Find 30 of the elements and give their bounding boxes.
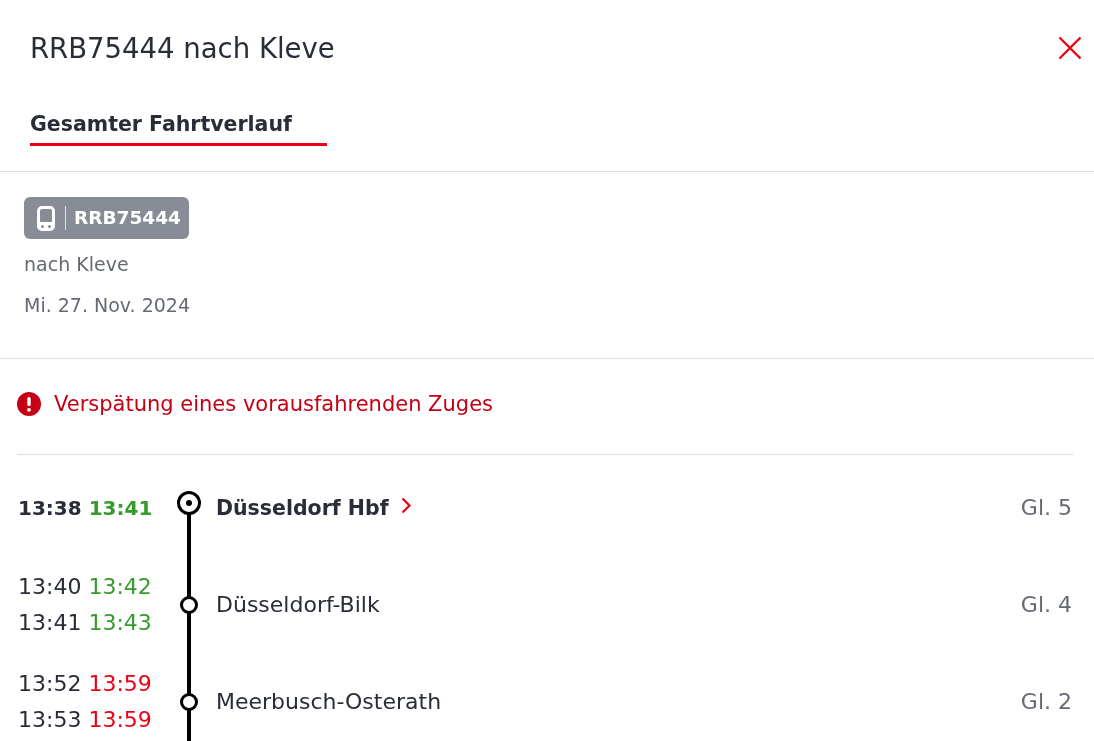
train-icon — [37, 205, 55, 231]
close-icon — [1058, 36, 1082, 60]
actual-time: 13:42 — [88, 572, 152, 601]
date-text: Mi. 27. Nov. 2024 — [24, 293, 191, 318]
actual-time: 13:41 — [88, 494, 153, 522]
tab[interactable]: Gesamter Fahrtverlauf — [30, 110, 327, 146]
chevron-icon — [400, 497, 411, 514]
close-button[interactable] — [1058, 36, 1082, 60]
origin-marker-icon — [177, 490, 201, 515]
train-number: RRB75444 — [74, 206, 181, 230]
station-name: Meerbusch-Osterath — [216, 688, 442, 714]
platform-text: Gl. 5 — [1020, 493, 1072, 522]
actual-time: 13:59 — [88, 705, 152, 734]
platform-text: Gl. 2 — [1020, 687, 1072, 716]
notice-text: Verspätung eines vorausfahrenden Zuges — [54, 391, 493, 417]
alert-icon — [17, 392, 41, 416]
planned-time: 13:41 — [18, 608, 82, 637]
stop-marker-icon — [180, 595, 198, 614]
stop-marker-icon — [180, 692, 198, 711]
planned-time: 13:40 — [18, 572, 82, 601]
planned-time: 13:52 — [18, 669, 82, 698]
planned-time: 13:38 — [18, 494, 82, 522]
platform-text: Gl. 4 — [1020, 590, 1072, 619]
station-link[interactable]: Düsseldorf Hbf — [216, 492, 411, 523]
planned-time: 13:53 — [18, 705, 82, 734]
actual-time: 13:43 — [88, 608, 152, 637]
actual-time: 13:59 — [88, 669, 152, 698]
station-name: Düsseldorf-Bilk — [216, 591, 380, 617]
destination-text: nach Kleve — [24, 252, 129, 277]
dialog-title: RRB75444 nach Kleve — [30, 31, 335, 66]
